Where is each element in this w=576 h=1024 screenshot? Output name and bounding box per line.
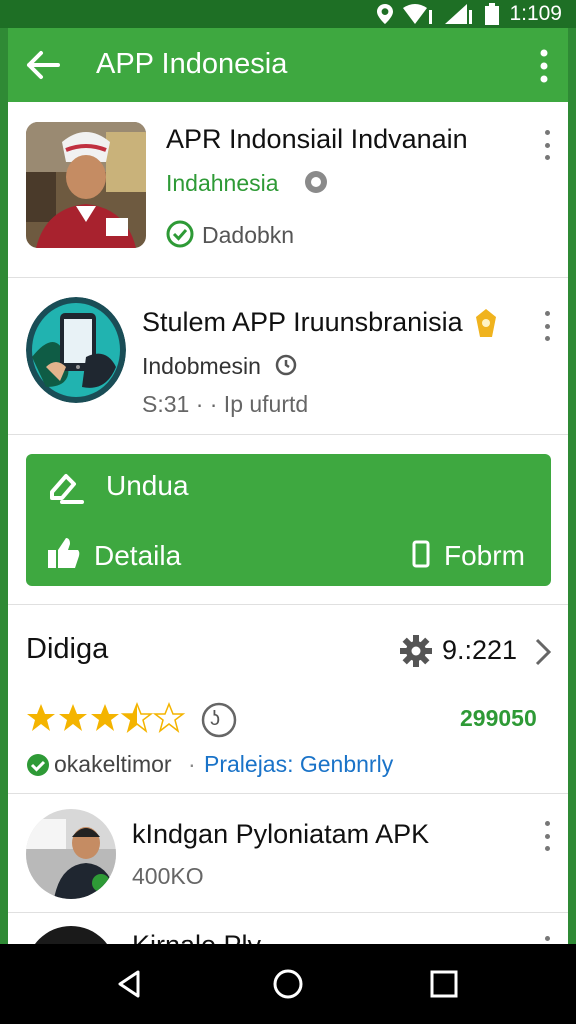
app-icon [26,297,126,403]
nav-home-icon[interactable] [272,968,304,1000]
award-badge-icon [476,309,496,337]
status-bar: 1:109 [0,0,576,28]
content-sheet: APR Indonsiail Indvanain Indahnesia Dado… [8,102,568,944]
details-button[interactable]: Detaila [94,540,181,572]
app-thumbnail [26,122,146,248]
star-icon [27,704,55,731]
star-icon [59,704,87,731]
list-item[interactable]: APR Indonsiail Indvanain Indahnesia Dado… [8,102,568,278]
clock-icon [275,354,297,376]
developer-name: Indobmesin [142,353,261,379]
page-title: APP Indonesia [96,48,288,80]
app-bar: APP Indonesia [8,28,568,102]
download-icon [50,474,84,504]
app-meta: S:31 · · Ip ufurtd [142,391,309,417]
nav-recents-icon[interactable] [428,968,460,1000]
app-title: Stulem APP Iruunsbranisia [142,307,463,337]
more-vert-icon[interactable] [534,48,554,84]
developer-name: Indahnesia [166,170,279,196]
review-badge: ʖ [210,708,220,730]
wifi-icon [403,4,433,24]
install-action-card[interactable]: Undua Detaila Fobrm [26,454,551,586]
gear-icon[interactable] [400,635,432,667]
thumbs-up-icon [48,538,80,568]
list-item[interactable]: kIndgan Pyloniatam APK 400KO [8,795,568,913]
status-time: 1:109 [509,2,562,25]
rating-section: Didiga 9.:221 ʖ 299050 okakeltimor · Pra… [8,604,568,794]
developer-verified-icon [27,754,49,776]
rating-count: 299050 [460,705,537,731]
more-vert-icon[interactable] [542,311,552,341]
section-heading: Didiga [26,633,109,665]
settings-value: 9.:221 [442,635,518,665]
star-icon [152,701,186,733]
star-icon [91,704,119,731]
arrow-left-icon[interactable] [26,50,60,80]
app-title: APR Indonsiail Indvanain [166,124,468,154]
app-title: kIndgan Pyloniatam APK [132,819,430,849]
battery-icon [485,3,500,25]
star-icon [120,701,154,733]
chevron-right-icon[interactable] [534,637,552,667]
system-nav-bar [0,944,576,1024]
list-item[interactable]: Kirnale Ply [8,914,568,944]
install-status: Dadobkn [202,222,295,248]
install-button[interactable]: Undua [106,470,189,502]
app-size: 400KO [132,863,204,889]
more-vert-icon[interactable] [542,130,552,160]
app-icon [26,926,116,944]
category-link[interactable]: Pralejas: Genbnrly [204,751,393,778]
nav-back-icon[interactable] [114,968,146,1000]
more-vert-icon[interactable] [542,821,552,851]
app-icon [26,809,116,899]
app-title: Kirnale Ply [132,930,261,944]
list-item[interactable]: Stulem APP Iruunsbranisia Indobmesin S:3… [8,279,568,435]
status-icons: 1:109 [377,2,562,26]
more-vert-icon[interactable] [542,936,552,944]
verified-badge-icon [305,171,327,193]
star-rating [27,701,186,733]
phone-outline-icon [412,540,430,568]
signal-icon [445,4,473,24]
form-button[interactable]: Fobrm [444,540,525,572]
developer-line: okakeltimor [54,751,172,777]
location-icon [377,4,394,24]
check-circle-icon [166,220,194,248]
separator-dot: · [188,751,196,777]
